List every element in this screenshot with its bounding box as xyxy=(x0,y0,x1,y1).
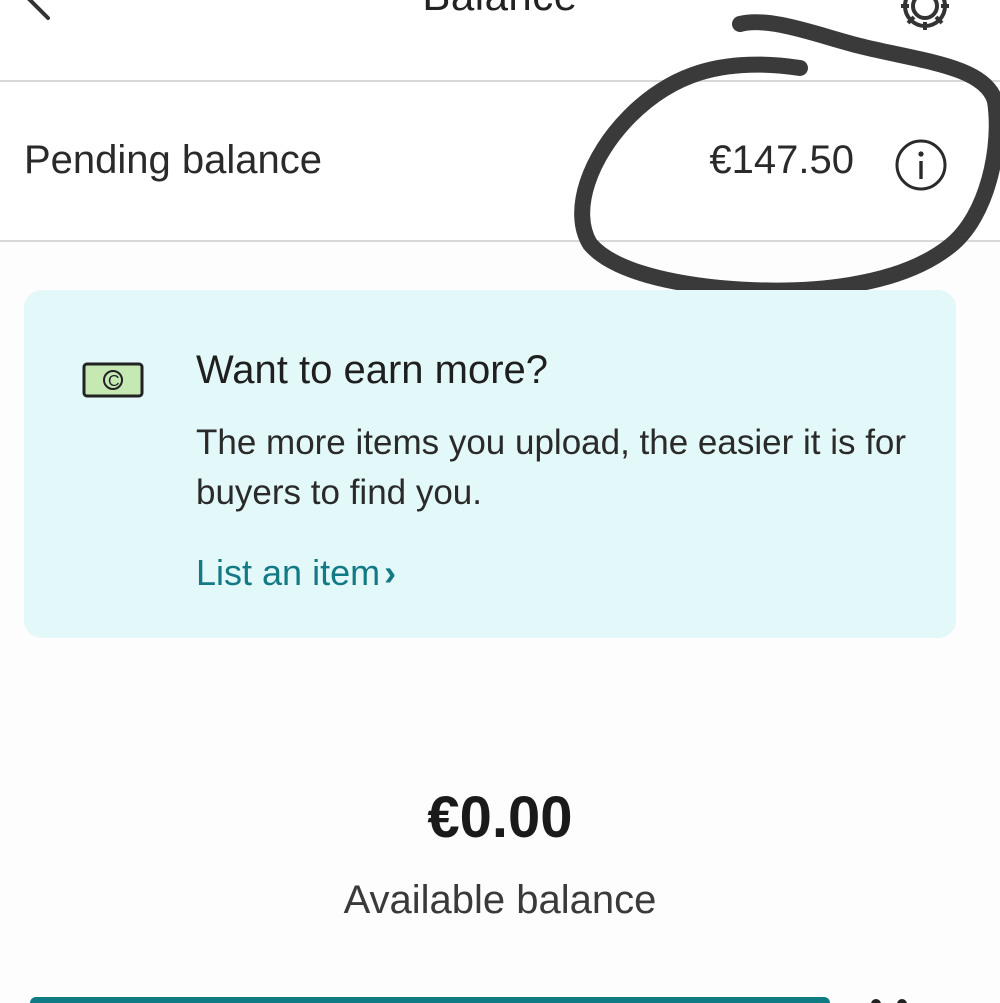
svg-text:C: C xyxy=(108,373,120,390)
pending-balance-row: Pending balance €147.50 xyxy=(0,82,1000,242)
info-icon[interactable] xyxy=(893,137,949,193)
available-balance-label: Available balance xyxy=(343,878,657,922)
page-title: Balance xyxy=(0,0,1000,20)
chevron-right-icon: › xyxy=(384,552,397,593)
promo-body: The more items you upload, the easier it… xyxy=(196,423,907,512)
more-dots-icon[interactable] xyxy=(858,990,928,1003)
promo-title: Want to earn more? xyxy=(196,348,549,392)
balance-screen: Balance Pending balance €147.50 C Want t… xyxy=(0,0,1000,1003)
promo-card: C Want to earn more? The more items you … xyxy=(24,290,956,638)
available-balance-amount: €0.00 xyxy=(427,785,573,850)
money-icon: C xyxy=(82,362,144,398)
gear-icon[interactable] xyxy=(895,0,955,36)
list-item-link[interactable]: List an item › xyxy=(196,552,396,594)
pending-balance-amount: €147.50 xyxy=(709,138,854,182)
withdraw-button[interactable] xyxy=(30,997,830,1003)
list-item-link-label: List an item xyxy=(196,552,381,593)
pending-balance-label: Pending balance xyxy=(24,138,323,182)
app-header: Balance xyxy=(0,0,1000,82)
